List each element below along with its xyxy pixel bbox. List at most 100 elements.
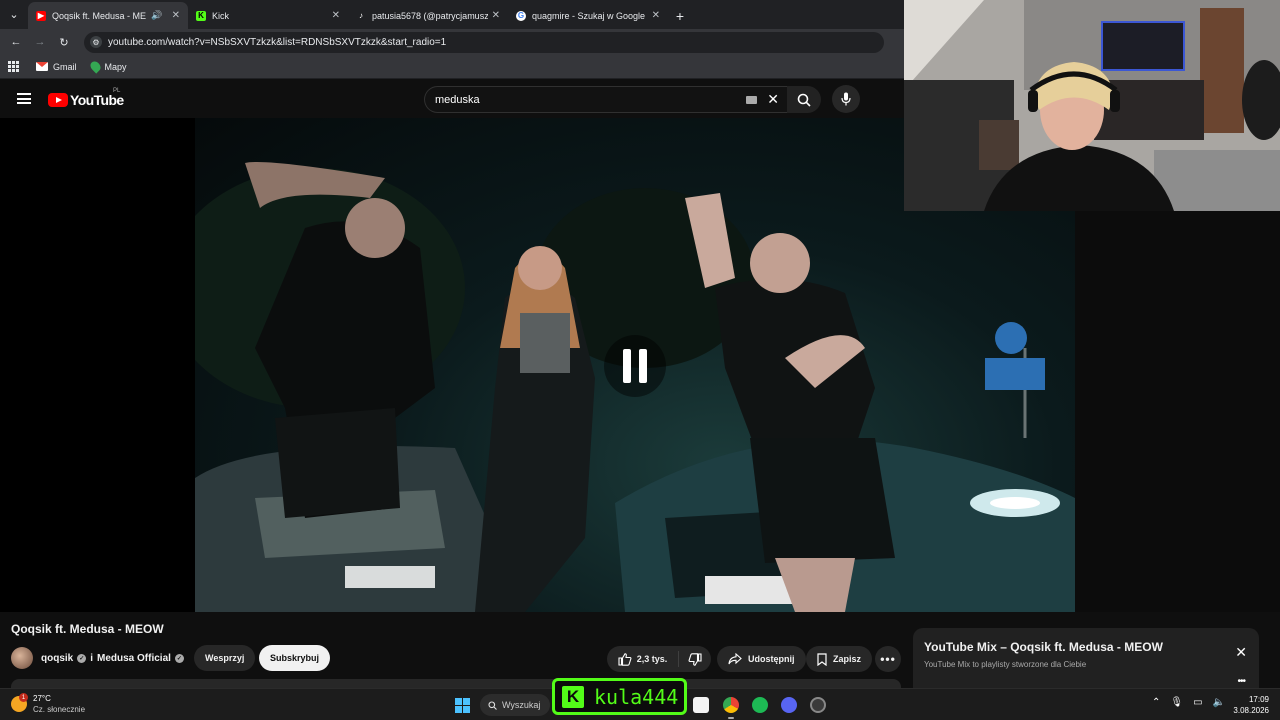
share-button[interactable]: Udostępnij xyxy=(717,646,806,672)
like-button[interactable]: 2,3 tys. xyxy=(607,651,679,667)
close-tab-icon[interactable]: ✕ xyxy=(172,10,180,21)
spotify-icon[interactable] xyxy=(752,697,768,713)
bookmarks-bar: Gmail Mapy xyxy=(0,55,904,79)
chrome-icon[interactable] xyxy=(723,697,739,713)
close-icon[interactable]: ✕ xyxy=(1235,644,1247,661)
close-tab-icon[interactable]: ✕ xyxy=(652,10,660,21)
taskbar-search[interactable]: Wyszukaj xyxy=(480,694,550,716)
discord-icon[interactable] xyxy=(781,697,797,713)
windows-start-icon[interactable] xyxy=(455,698,470,713)
keyboard-icon[interactable] xyxy=(746,96,757,104)
kick-username-overlay: K kula444 xyxy=(552,678,687,715)
youtube-logo[interactable]: YouTube xyxy=(48,92,124,108)
site-info-icon[interactable]: ⚙ xyxy=(90,36,102,48)
channel-name-1[interactable]: qoqsik xyxy=(41,653,73,664)
kick-favicon-icon: K xyxy=(196,10,206,21)
menu-hamburger-icon[interactable] xyxy=(17,93,31,104)
search-query: meduska xyxy=(435,93,480,106)
pause-button[interactable] xyxy=(604,335,666,397)
close-tab-icon[interactable]: ✕ xyxy=(492,10,500,21)
microphone-tray-icon[interactable]: 🎙 xyxy=(1170,697,1183,708)
taskbar-search-placeholder: Wyszukaj xyxy=(502,700,541,710)
system-tray: ⌃ 🎙 ▭ 🔈 xyxy=(1152,697,1225,708)
search-icon xyxy=(488,700,497,710)
maps-pin-icon xyxy=(87,59,103,74)
like-dislike-group: 2,3 tys. xyxy=(607,646,711,672)
streamer-webcam xyxy=(904,0,1280,211)
network-icon[interactable]: ▭ xyxy=(1193,697,1202,708)
pause-bar-icon xyxy=(623,349,631,383)
bookmark-label: Gmail xyxy=(53,61,77,72)
search-button[interactable] xyxy=(787,86,821,113)
save-label: Zapisz xyxy=(833,654,862,664)
reload-icon[interactable]: ↻ xyxy=(52,36,76,49)
more-dots-icon[interactable]: ••• xyxy=(1237,676,1245,687)
kick-logo-icon: K xyxy=(562,685,584,708)
player-letterbox xyxy=(1075,211,1280,612)
mix-subtitle: YouTube Mix to playlisty stworzone dla C… xyxy=(924,660,1087,669)
clock-date: 3.08.2026 xyxy=(1233,706,1269,715)
channel-connector: i xyxy=(90,652,94,664)
volume-icon[interactable]: 🔈 xyxy=(1213,697,1225,708)
verified-check-icon: ✓ xyxy=(77,653,87,663)
tab-google[interactable]: G quagmire - Szukaj w Google ✕ xyxy=(508,2,668,29)
dislike-button[interactable] xyxy=(679,652,711,666)
video-title: Qoqsik ft. Medusa - MEOW xyxy=(11,622,164,636)
bookmark-gmail[interactable]: Gmail xyxy=(36,62,77,72)
running-indicator xyxy=(728,717,734,719)
microphone-icon xyxy=(841,92,851,106)
tab-search-chevron-icon[interactable]: ⌄ xyxy=(0,0,28,29)
tab-title: Kick xyxy=(212,10,230,21)
back-arrow-icon[interactable]: ← xyxy=(4,36,28,48)
tab-tiktok[interactable]: ♪ patusia5678 (@patrycjamuszys ✕ xyxy=(348,2,508,29)
more-dots-icon: ••• xyxy=(880,652,896,666)
system-clock[interactable]: 17:09 3.08.2026 xyxy=(1233,694,1269,716)
voice-search-button[interactable] xyxy=(832,85,860,113)
support-button[interactable]: Wesprzyj xyxy=(194,645,256,671)
app-icon[interactable] xyxy=(810,697,826,713)
tiktok-favicon-icon: ♪ xyxy=(359,11,363,20)
bookmark-maps[interactable]: Mapy xyxy=(87,59,127,74)
search-icon xyxy=(797,93,811,107)
description-box[interactable] xyxy=(11,679,901,688)
google-favicon-icon: G xyxy=(516,10,526,21)
forward-arrow-icon[interactable]: → xyxy=(28,36,52,48)
new-tab-plus-icon[interactable]: + xyxy=(668,2,692,29)
thumbs-down-icon xyxy=(688,652,702,666)
gmail-icon xyxy=(36,62,48,71)
webcam-scene xyxy=(904,0,1280,211)
more-actions-button[interactable]: ••• xyxy=(875,646,901,672)
weather-temperature: 27°C xyxy=(33,694,51,703)
tray-chevron-up-icon[interactable]: ⌃ xyxy=(1152,697,1160,708)
channel-avatar[interactable] xyxy=(11,647,33,669)
verified-check-icon: ✓ xyxy=(174,653,184,663)
tab-title: Qoqsik ft. Medusa - MEOW xyxy=(52,10,147,21)
thumbs-up-icon xyxy=(618,652,632,666)
tab-youtube[interactable]: ▶ Qoqsik ft. Medusa - MEOW 🔊 ✕ xyxy=(28,2,188,29)
search-input[interactable]: meduska ✕ xyxy=(424,86,787,113)
youtube-header: YouTube PL meduska ✕ xyxy=(0,80,904,118)
browser-toolbar: ← → ↻ ⚙ youtube.com/watch?v=NSbSXVTzkzk&… xyxy=(0,29,904,55)
browser-tab-strip: ⌄ ▶ Qoqsik ft. Medusa - MEOW 🔊 ✕ K Kick … xyxy=(0,0,904,29)
channel-row: qoqsik ✓ i Medusa Official ✓ xyxy=(11,645,184,671)
tab-kick[interactable]: K Kick ✕ xyxy=(188,2,348,29)
channel-names[interactable]: qoqsik ✓ i Medusa Official ✓ xyxy=(41,653,184,664)
mix-title[interactable]: YouTube Mix – Qoqsik ft. Medusa - MEOW xyxy=(924,640,1163,654)
apps-grid-icon[interactable] xyxy=(8,60,20,73)
weather-widget[interactable]: 1 27°C Cz. słonecznie xyxy=(11,693,85,715)
close-tab-icon[interactable]: ✕ xyxy=(332,10,340,21)
like-count: 2,3 tys. xyxy=(636,654,668,664)
channel-name-2[interactable]: Medusa Official xyxy=(97,653,171,664)
subscribe-button[interactable]: Subskrybuj xyxy=(259,645,331,671)
notification-badge: 1 xyxy=(19,693,28,702)
speaker-icon[interactable]: 🔊 xyxy=(151,10,162,21)
share-arrow-icon xyxy=(728,653,742,665)
youtube-play-logo-icon xyxy=(48,93,68,107)
tab-title: quagmire - Szukaj w Google xyxy=(532,10,646,21)
share-label: Udostępnij xyxy=(748,654,795,664)
clock-time: 17:09 xyxy=(1248,695,1269,704)
address-bar[interactable]: ⚙ youtube.com/watch?v=NSbSXVTzkzk&list=R… xyxy=(84,31,884,53)
save-button[interactable]: Zapisz xyxy=(806,646,873,672)
store-icon[interactable] xyxy=(693,697,709,713)
clear-search-icon[interactable]: ✕ xyxy=(767,91,779,108)
